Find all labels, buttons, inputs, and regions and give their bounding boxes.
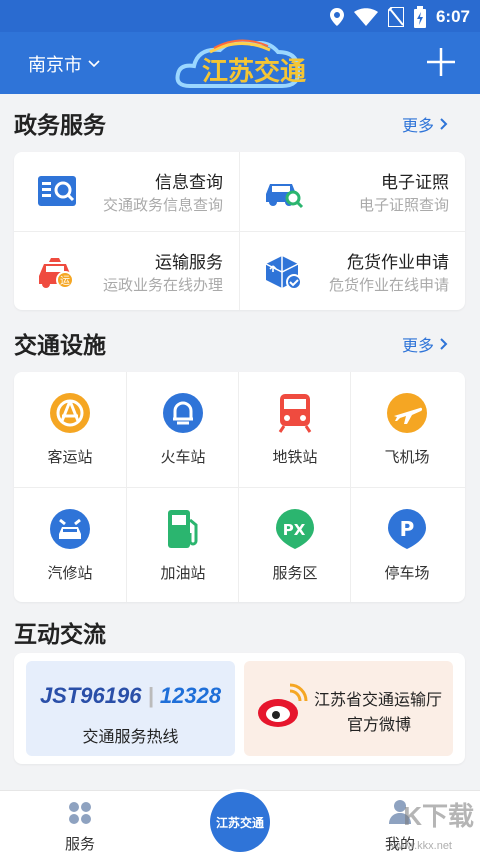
sim-icon xyxy=(387,7,404,27)
facility-label: 服务区 xyxy=(272,565,318,582)
service-transport[interactable]: 运 运输服务 运政业务在线办理 xyxy=(14,232,239,310)
location-icon xyxy=(329,8,344,26)
center-home-button[interactable]: 江苏交通 xyxy=(210,792,270,852)
service-name: 运输服务 xyxy=(155,253,223,272)
city-selector[interactable]: 南京市 xyxy=(28,51,100,77)
facility-label: 加油站 xyxy=(160,565,206,582)
metro-icon xyxy=(278,394,312,433)
chevron-right-icon xyxy=(440,338,448,350)
section-title-facilities: 交通设施 xyxy=(14,332,106,358)
facility-label: 客运站 xyxy=(47,449,93,466)
weibo-tile[interactable]: 江苏省交通运输厅 官方微博 xyxy=(244,661,453,756)
service-name: 电子证照 xyxy=(381,173,449,192)
more-label: 更多 xyxy=(401,118,434,135)
gov-services-card: 信息查询 交通政务信息查询 电子证照 电子证照查询 运 运输服务 运政业务在线办… xyxy=(14,152,465,310)
hotline-number-2: 12328 xyxy=(159,683,222,708)
hazmat-box-icon xyxy=(265,256,302,290)
city-label: 南京市 xyxy=(28,55,82,75)
facility-metro[interactable]: 地铁站 xyxy=(239,372,351,487)
service-area-icon: PX xyxy=(276,509,314,549)
facility-car-repair[interactable]: 汽修站 xyxy=(14,488,126,602)
bus-station-icon xyxy=(50,393,90,433)
gov-more-link[interactable]: 更多 xyxy=(402,112,448,136)
battery-icon xyxy=(413,6,426,28)
train-station-icon xyxy=(163,393,203,433)
facility-service-area[interactable]: PX 服务区 xyxy=(239,488,351,602)
facilities-card: 客运站 火车站 地铁站 飞机场 汽修站 加油站 PX 服务区 P 停车场 xyxy=(14,372,465,602)
hotline-number-1: JST96196 xyxy=(39,683,142,708)
interaction-card: JST96196 | 12328 交通服务热线 江苏省交通运输厅 官方微博 xyxy=(14,653,465,764)
gas-pump-icon xyxy=(168,510,198,548)
id-card-icon xyxy=(38,176,76,206)
facility-label: 停车场 xyxy=(384,565,430,582)
facility-label: 汽修站 xyxy=(47,565,93,582)
facility-label: 飞机场 xyxy=(384,449,430,466)
grid-icon xyxy=(69,802,91,824)
tab-services[interactable]: 服务 xyxy=(40,791,120,853)
transport-car-icon: 运 xyxy=(39,258,74,289)
facility-parking[interactable]: P 停车场 xyxy=(351,488,463,602)
status-bar: 6:07 xyxy=(0,0,480,32)
service-info-query[interactable]: 信息查询 交通政务信息查询 xyxy=(14,152,239,231)
watermark: K下载 xyxy=(403,801,474,831)
svg-text:P: P xyxy=(400,517,415,541)
weibo-line2: 官方微博 xyxy=(346,717,411,734)
service-desc: 运政业务在线办理 xyxy=(102,277,223,294)
svg-text:PX: PX xyxy=(283,521,306,539)
facility-label: 火车站 xyxy=(160,449,206,466)
app-bar: 南京市 江苏交通 xyxy=(0,32,480,94)
weibo-line1: 江苏省交通运输厅 xyxy=(314,692,443,709)
chevron-right-icon xyxy=(440,118,448,130)
more-label: 更多 xyxy=(401,338,434,355)
clock: 6:07 xyxy=(435,7,470,26)
watermark-site: www.kkx.net xyxy=(390,840,452,852)
section-title-interaction: 互动交流 xyxy=(14,621,106,647)
facility-airport[interactable]: 飞机场 xyxy=(351,372,463,487)
wifi-icon xyxy=(353,8,378,26)
airplane-icon xyxy=(387,393,427,433)
chevron-down-icon xyxy=(88,60,100,68)
facility-label: 地铁站 xyxy=(272,449,318,466)
facility-train-station[interactable]: 火车站 xyxy=(127,372,239,487)
service-desc: 电子证照查询 xyxy=(358,197,449,214)
service-e-license[interactable]: 电子证照 电子证照查询 xyxy=(240,152,465,231)
tab-label: 服务 xyxy=(64,836,95,853)
hotline-tile[interactable]: JST96196 | 12328 交通服务热线 xyxy=(26,661,235,756)
facility-more-link[interactable]: 更多 xyxy=(402,332,448,356)
add-icon[interactable] xyxy=(426,47,456,77)
car-search-icon xyxy=(266,184,304,209)
weibo-icon xyxy=(258,683,308,727)
facility-gas-station[interactable]: 加油站 xyxy=(127,488,239,602)
service-desc: 交通政务信息查询 xyxy=(102,197,223,214)
facility-bus-station[interactable]: 客运站 xyxy=(14,372,126,487)
hotline-label: 交通服务热线 xyxy=(82,729,179,746)
section-title-gov: 政务服务 xyxy=(14,112,106,138)
svg-text:江苏交通: 江苏交通 xyxy=(202,56,306,87)
service-desc: 危货作业在线申请 xyxy=(328,277,449,294)
service-hazmat[interactable]: 危货作业申请 危货作业在线申请 xyxy=(240,232,465,310)
svg-text:运: 运 xyxy=(60,275,70,287)
car-repair-icon xyxy=(50,509,90,549)
jiangsu-transport-logo: 江苏交通 xyxy=(175,39,306,88)
service-name: 信息查询 xyxy=(155,173,223,192)
hotline-numbers: JST96196 | 12328 xyxy=(39,683,222,708)
service-name: 危货作业申请 xyxy=(347,253,449,272)
parking-icon: P xyxy=(388,509,426,549)
status-icons: 6:07 xyxy=(329,6,470,28)
